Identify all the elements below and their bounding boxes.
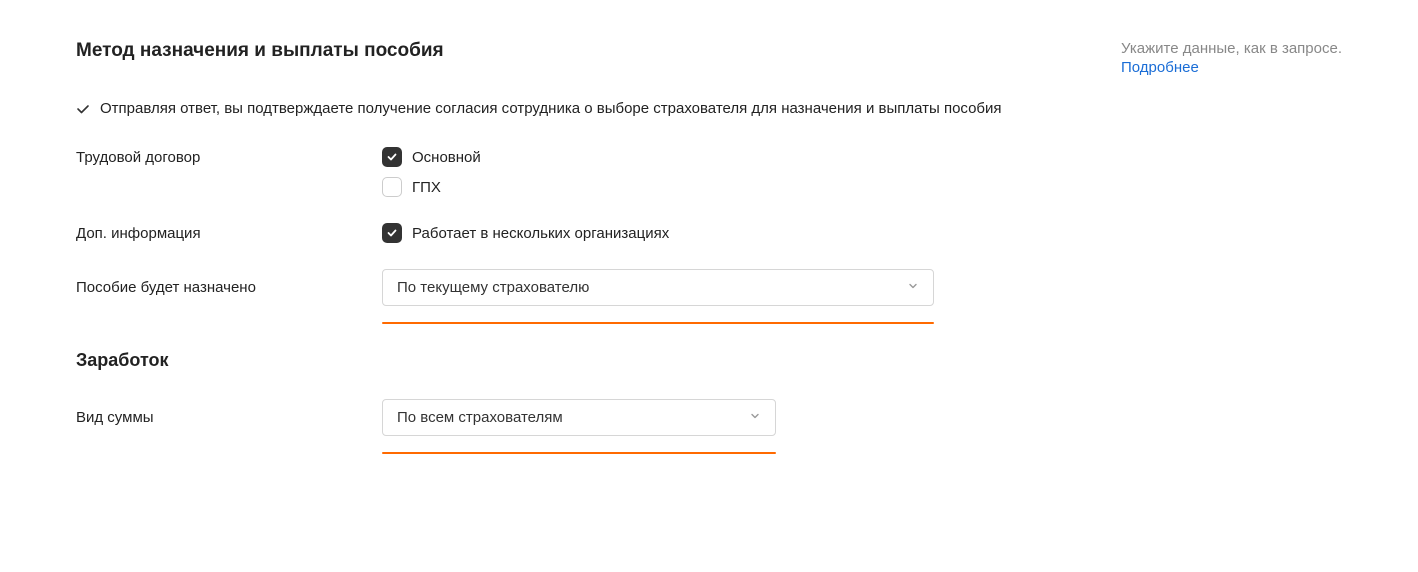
checkbox-item-multi-org[interactable]: Работает в нескольких организациях	[382, 223, 1342, 243]
additional-checkbox-group: Работает в нескольких организациях	[382, 223, 1342, 243]
sum-type-row: Вид суммы По всем страхователям	[76, 399, 1342, 454]
check-icon	[76, 102, 90, 116]
chevron-down-icon	[907, 279, 919, 296]
benefit-select-value: По текущему страхователю	[397, 279, 589, 296]
checkbox-unchecked-icon[interactable]	[382, 177, 402, 197]
underline-accent	[382, 322, 934, 324]
benefit-row: Пособие будет назначено По текущему стра…	[76, 269, 1342, 324]
section-title: Метод назначения и выплаты пособия	[76, 40, 444, 62]
hint-link[interactable]: Подробнее	[1121, 59, 1342, 76]
contract-checkbox-group: Основной ГПХ	[382, 147, 1342, 197]
checkbox-item-main[interactable]: Основной	[382, 147, 1342, 167]
checkbox-checked-icon[interactable]	[382, 147, 402, 167]
sum-type-select-value: По всем страхователям	[397, 409, 563, 426]
consent-row: Отправляя ответ, вы подтверждаете получе…	[76, 100, 1342, 117]
sum-type-select[interactable]: По всем страхователям	[382, 399, 776, 436]
checkbox-label: ГПХ	[412, 179, 441, 196]
checkbox-label: Работает в нескольких организациях	[412, 225, 669, 242]
benefit-select[interactable]: По текущему страхователю	[382, 269, 934, 306]
additional-label: Доп. информация	[76, 223, 382, 242]
checkbox-checked-icon[interactable]	[382, 223, 402, 243]
hint-text: Укажите данные, как в запросе.	[1121, 40, 1342, 57]
additional-row: Доп. информация Работает в нескольких ор…	[76, 223, 1342, 243]
earnings-title: Заработок	[76, 350, 1342, 371]
chevron-down-icon	[749, 409, 761, 426]
sum-type-label: Вид суммы	[76, 399, 382, 426]
contract-label: Трудовой договор	[76, 147, 382, 166]
benefit-label: Пособие будет назначено	[76, 269, 382, 296]
checkbox-label: Основной	[412, 149, 481, 166]
consent-text: Отправляя ответ, вы подтверждаете получе…	[100, 100, 1002, 117]
underline-accent	[382, 452, 776, 454]
hint-block: Укажите данные, как в запросе. Подробнее	[1121, 40, 1342, 76]
contract-row: Трудовой договор Основной ГПХ	[76, 147, 1342, 197]
section-header: Метод назначения и выплаты пособия Укажи…	[76, 40, 1342, 76]
checkbox-item-gph[interactable]: ГПХ	[382, 177, 1342, 197]
